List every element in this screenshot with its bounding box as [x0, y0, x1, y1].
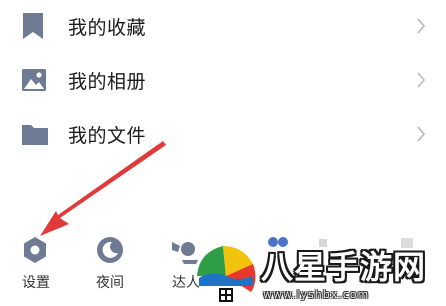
- watermark-url: www.lyshbx.com: [263, 288, 370, 301]
- night-mode-button[interactable]: 夜间: [86, 230, 134, 294]
- night-label: 夜间: [96, 275, 124, 291]
- watermark-logo: [197, 246, 256, 302]
- moon-icon: [97, 237, 123, 263]
- watermark: 八星手游网 www.lyshbx.com: [193, 238, 446, 306]
- gear-icon: [24, 237, 46, 263]
- settings-label: 设置: [22, 275, 50, 291]
- watermark-title: 八星手游网: [261, 248, 427, 286]
- settings-button[interactable]: 设置: [12, 230, 60, 294]
